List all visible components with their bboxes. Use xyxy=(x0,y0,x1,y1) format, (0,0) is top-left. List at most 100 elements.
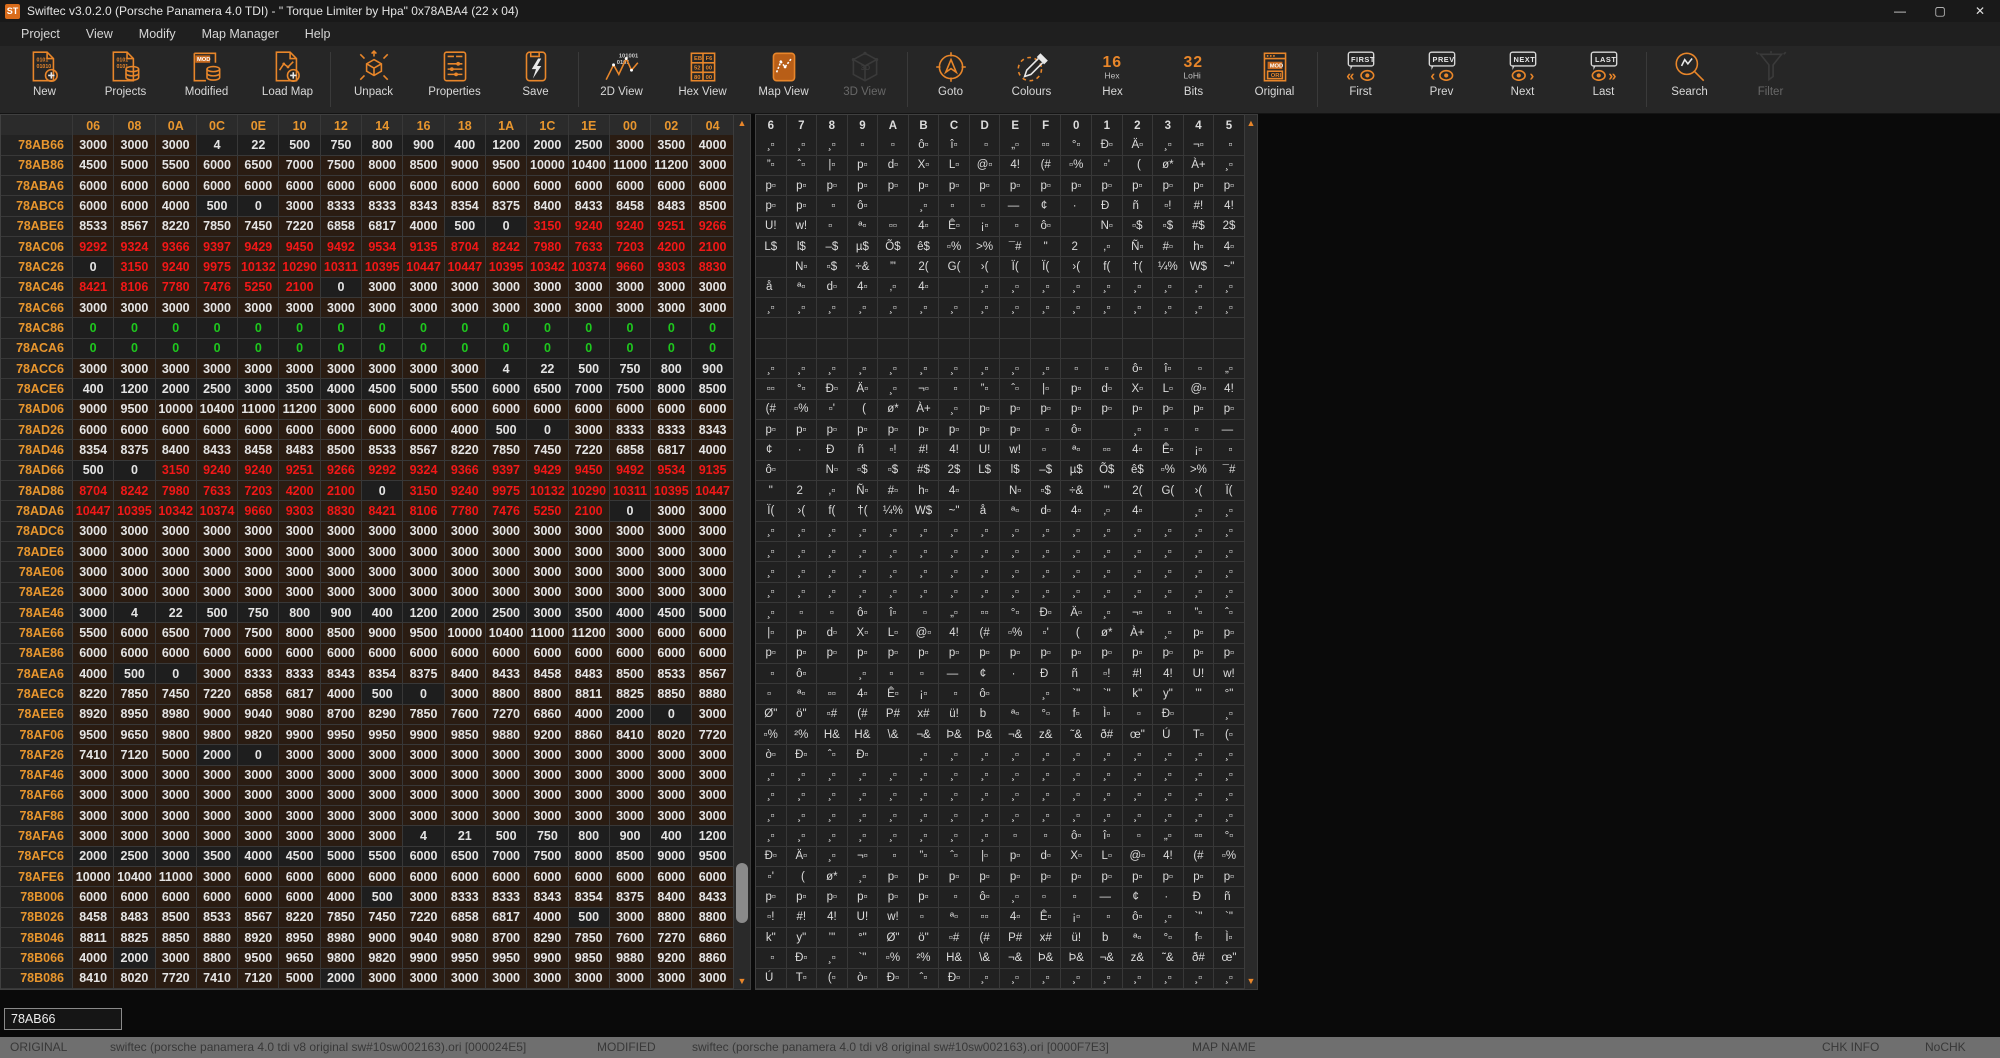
ascii-cell[interactable]: Ø" xyxy=(756,705,787,725)
value-cell[interactable]: 0 xyxy=(321,278,362,298)
ascii-cell[interactable]: ¸▫ xyxy=(1031,969,1062,989)
value-cell[interactable]: 400 xyxy=(651,826,692,846)
ascii-cell[interactable]: Ð▫ xyxy=(817,379,848,399)
value-cell[interactable]: 1200 xyxy=(486,135,527,155)
ascii-cell[interactable]: d▫ xyxy=(878,156,909,176)
ascii-cell[interactable]: ¸▫ xyxy=(1000,969,1031,989)
value-cell[interactable]: 9135 xyxy=(692,461,733,481)
value-cell[interactable]: 3000 xyxy=(486,562,527,582)
value-cell[interactable]: 6858 xyxy=(321,217,362,237)
ascii-cell[interactable]: ¸▫ xyxy=(1214,786,1245,806)
ascii-cell[interactable]: p▫ xyxy=(1031,400,1062,420)
ascii-cell[interactable]: ¸▫ xyxy=(878,806,909,826)
ascii-cell[interactable]: p▫ xyxy=(1092,176,1123,196)
value-cell[interactable]: 3000 xyxy=(362,278,403,298)
value-cell[interactable]: 8825 xyxy=(114,928,155,948)
ascii-cell[interactable]: ô▫ xyxy=(787,664,818,684)
ascii-cell[interactable]: ¸▫ xyxy=(1092,766,1123,786)
value-cell[interactable]: 3000 xyxy=(486,969,527,989)
value-cell[interactable]: 4000 xyxy=(238,847,279,867)
value-cell[interactable]: 6000 xyxy=(362,644,403,664)
ascii-cell[interactable]: ¸▫ xyxy=(1123,766,1154,786)
value-cell[interactable]: 3000 xyxy=(73,359,114,379)
ascii-cell[interactable]: ¸▫ xyxy=(817,562,848,582)
value-cell[interactable]: 7720 xyxy=(692,725,733,745)
ascii-cell[interactable]: ¸▫ xyxy=(1214,298,1245,318)
value-cell[interactable]: 3000 xyxy=(610,278,651,298)
ascii-cell[interactable] xyxy=(1092,339,1123,359)
value-cell[interactable]: 4 xyxy=(197,135,238,155)
value-cell[interactable]: 0 xyxy=(692,318,733,338)
ascii-cell[interactable] xyxy=(787,461,818,481)
value-cell[interactable]: 8333 xyxy=(486,887,527,907)
ascii-cell[interactable]: î▫ xyxy=(1153,359,1184,379)
value-cell[interactable]: 8000 xyxy=(651,379,692,399)
value-cell[interactable]: 8333 xyxy=(362,196,403,216)
value-cell[interactable]: 10132 xyxy=(238,257,279,277)
ascii-cell[interactable]: p▫ xyxy=(756,887,787,907)
value-cell[interactable]: 3000 xyxy=(321,745,362,765)
ascii-cell[interactable]: ¸▫ xyxy=(756,786,787,806)
value-cell[interactable]: 5000 xyxy=(403,379,444,399)
value-cell[interactable]: 3000 xyxy=(156,135,197,155)
address-input[interactable] xyxy=(4,1008,122,1030)
value-cell[interactable]: 8830 xyxy=(692,257,733,277)
value-cell[interactable]: 9251 xyxy=(279,461,320,481)
value-cell[interactable]: 6000 xyxy=(197,420,238,440)
value-cell[interactable]: 3000 xyxy=(692,501,733,521)
ascii-cell[interactable]: ~" xyxy=(939,501,970,521)
ascii-cell[interactable]: î▫ xyxy=(1092,826,1123,846)
ascii-cell[interactable]: ¸▫ xyxy=(1031,562,1062,582)
ascii-cell[interactable] xyxy=(1123,339,1154,359)
value-cell[interactable]: 8800 xyxy=(486,684,527,704)
value-cell[interactable]: 3000 xyxy=(651,786,692,806)
value-cell[interactable]: 6000 xyxy=(156,644,197,664)
ascii-cell[interactable]: ¸▫ xyxy=(756,806,787,826)
ascii-cell[interactable]: Õ$ xyxy=(878,237,909,257)
value-cell[interactable]: 9366 xyxy=(156,237,197,257)
ascii-cell[interactable]: p▫ xyxy=(1214,867,1245,887)
ascii-cell[interactable]: (# xyxy=(1031,156,1062,176)
value-cell[interactable]: 3000 xyxy=(197,786,238,806)
value-cell[interactable]: 3000 xyxy=(73,562,114,582)
value-cell[interactable]: 7000 xyxy=(486,847,527,867)
value-cell[interactable]: 0 xyxy=(197,339,238,359)
value-cell[interactable]: 0 xyxy=(651,339,692,359)
ascii-cell[interactable]: 4! xyxy=(1214,196,1245,216)
value-cell[interactable]: 4000 xyxy=(156,196,197,216)
value-cell[interactable]: 6000 xyxy=(445,176,486,196)
ascii-cell[interactable]: ¸▫ xyxy=(1123,542,1154,562)
value-cell[interactable]: 8500 xyxy=(156,908,197,928)
ascii-cell[interactable]: p▫ xyxy=(1031,644,1062,664)
ascii-cell[interactable]: ¸▫ xyxy=(848,522,879,542)
ascii-cell[interactable]: ¸▫ xyxy=(1153,969,1184,989)
value-cell[interactable]: 6000 xyxy=(569,400,610,420)
value-cell[interactable]: 9820 xyxy=(362,948,403,968)
value-cell[interactable]: 8980 xyxy=(156,705,197,725)
ascii-cell[interactable]: ¸▫ xyxy=(878,583,909,603)
ascii-cell[interactable]: ¬▫ xyxy=(1184,135,1215,155)
ascii-cell[interactable]: Ð▫ xyxy=(878,969,909,989)
ascii-cell[interactable]: ▫ xyxy=(817,603,848,623)
value-cell[interactable]: 10290 xyxy=(279,257,320,277)
toolbar-button-map-view[interactable]: Map View xyxy=(743,46,824,113)
value-cell[interactable]: 6000 xyxy=(692,867,733,887)
value-cell[interactable]: 2500 xyxy=(486,603,527,623)
value-cell[interactable]: 6000 xyxy=(403,420,444,440)
ascii-cell[interactable]: Ð xyxy=(1184,887,1215,907)
value-cell[interactable]: 3000 xyxy=(445,583,486,603)
value-cell[interactable]: 9950 xyxy=(486,948,527,968)
ascii-cell[interactable]: ö" xyxy=(909,928,940,948)
value-cell[interactable]: 8354 xyxy=(569,887,610,907)
value-cell[interactable]: 8333 xyxy=(321,196,362,216)
value-cell[interactable]: 9880 xyxy=(610,948,651,968)
toolbar-button-search[interactable]: Search xyxy=(1649,46,1730,113)
ascii-cell[interactable]: Þ& xyxy=(1061,948,1092,968)
value-cell[interactable]: 10447 xyxy=(403,257,444,277)
value-cell[interactable]: 3000 xyxy=(238,806,279,826)
ascii-cell[interactable]: ¸▫ xyxy=(939,745,970,765)
ascii-cell[interactable]: ▫ xyxy=(1031,887,1062,907)
minimize-button[interactable]: — xyxy=(1880,0,1920,22)
ascii-scroll-down-button[interactable]: ▼ xyxy=(1245,973,1257,989)
value-cell[interactable]: 8850 xyxy=(651,684,692,704)
